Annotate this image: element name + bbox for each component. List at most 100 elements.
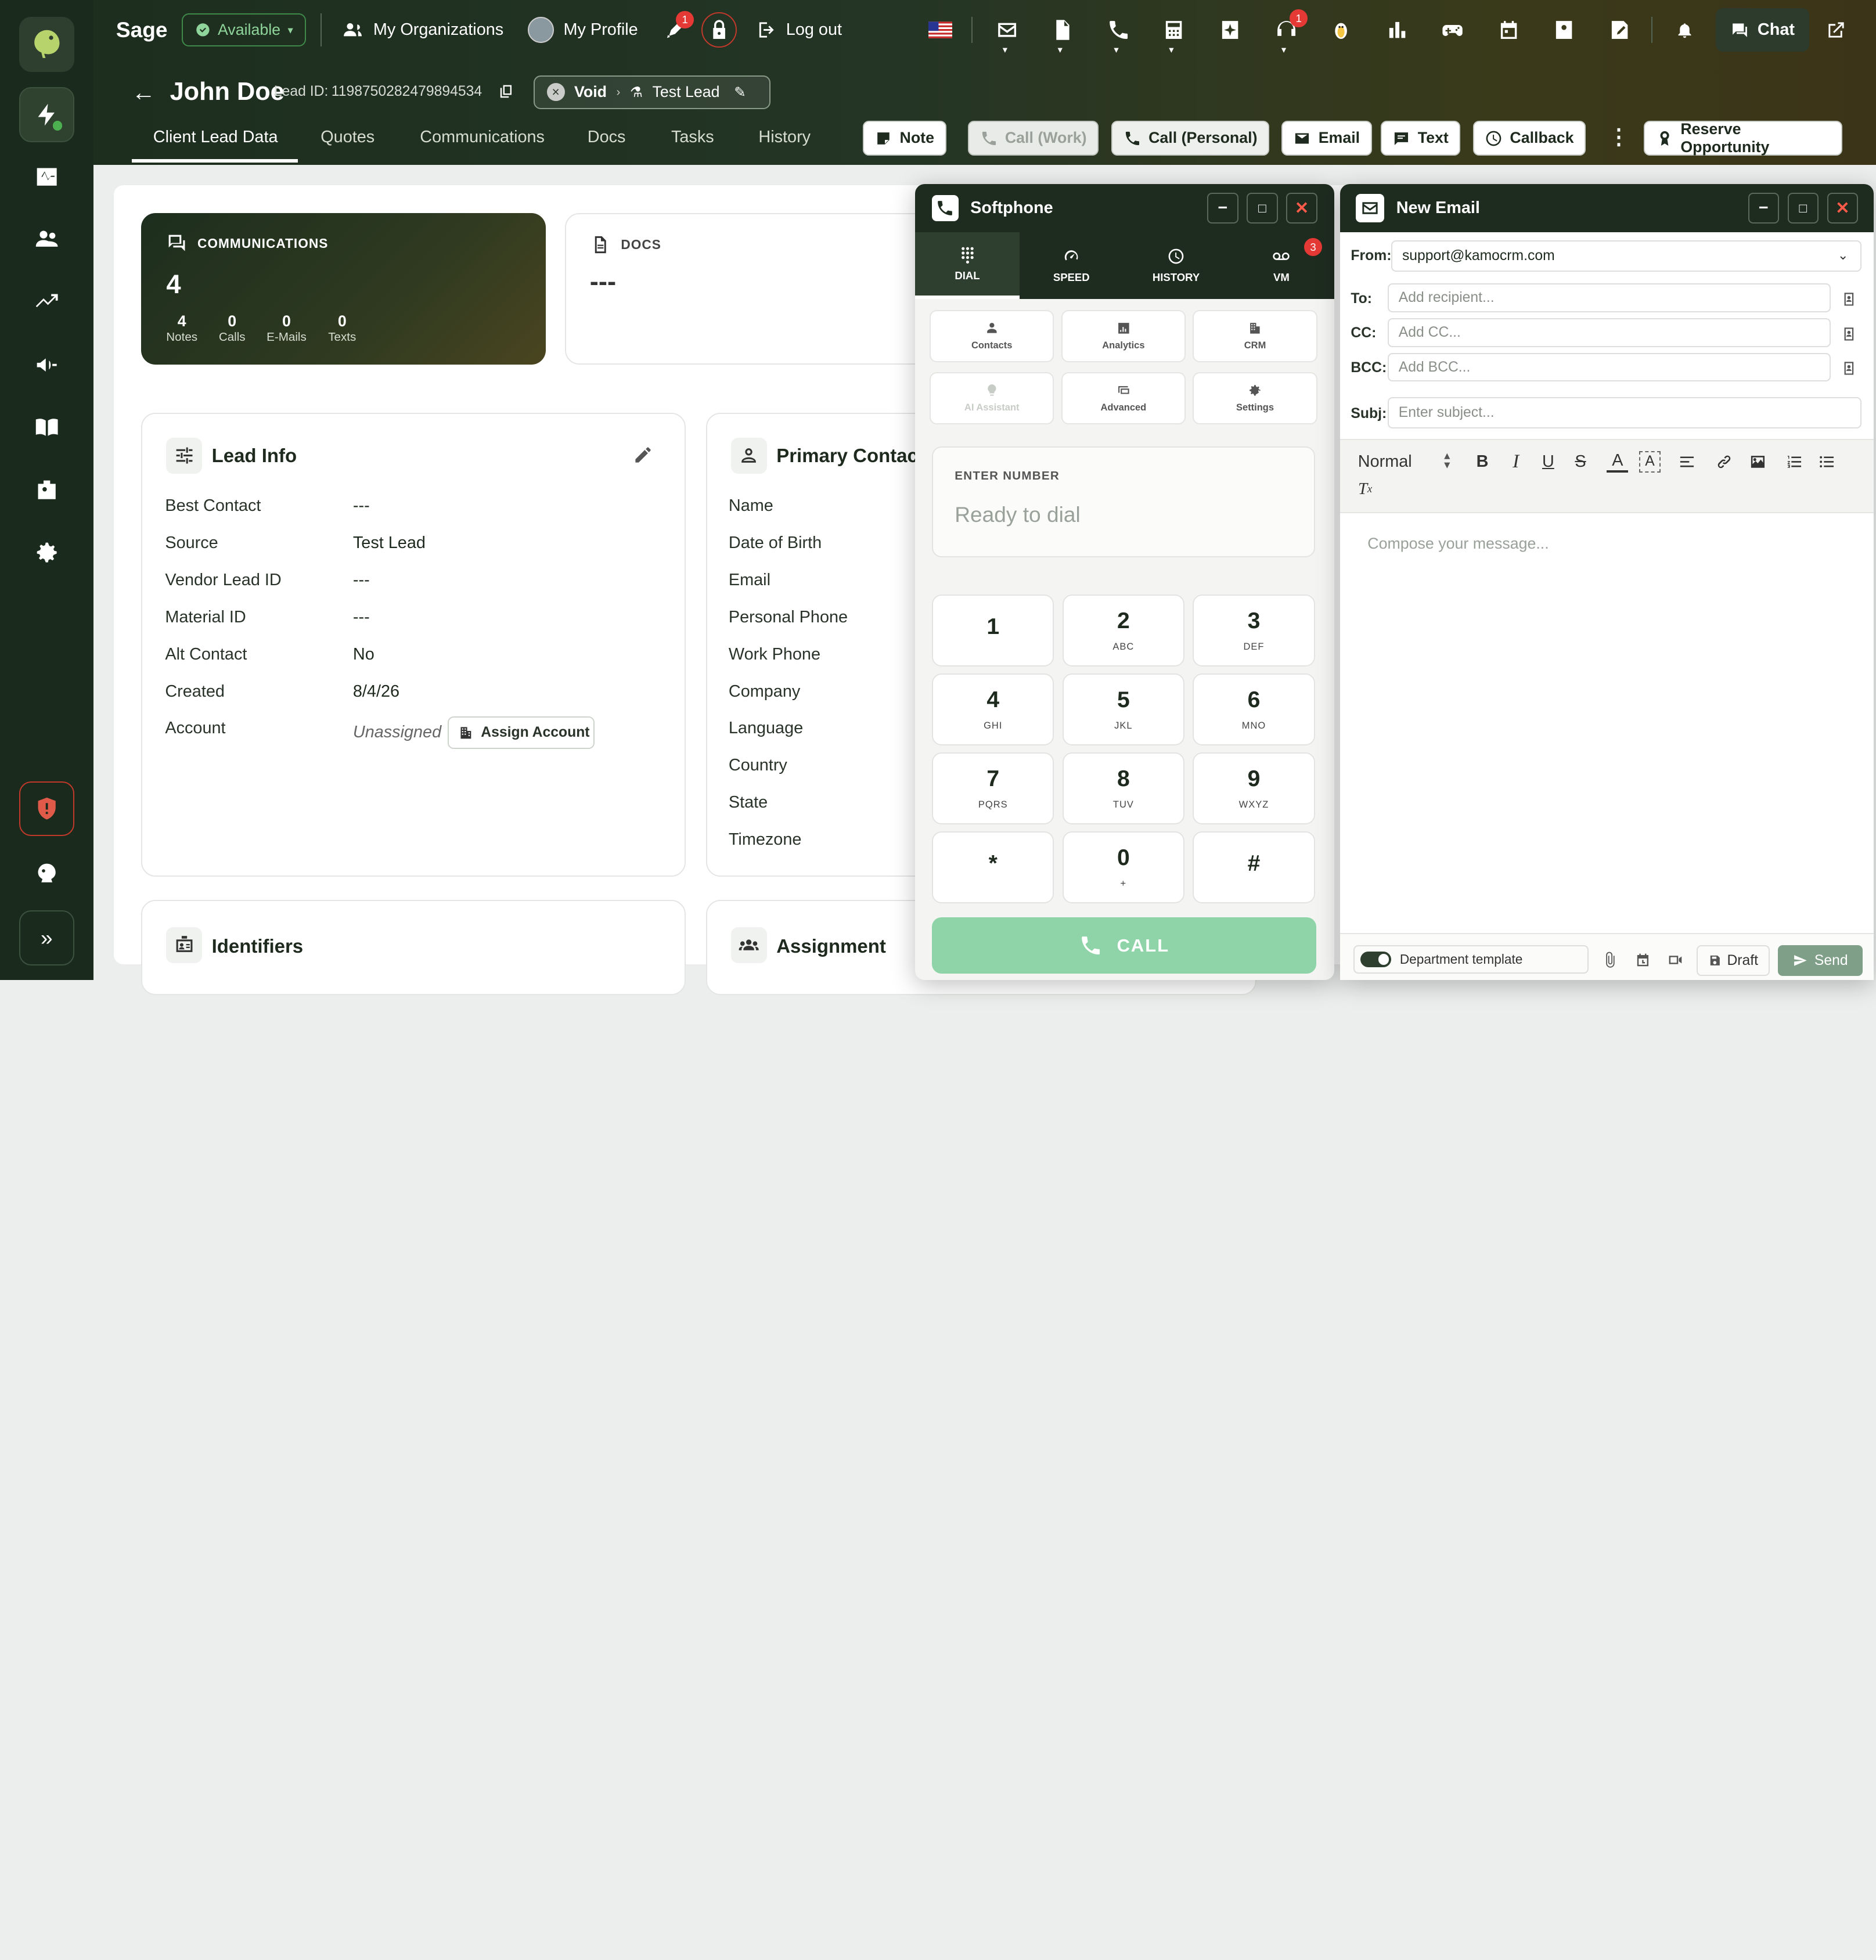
paperclip-icon[interactable] — [1602, 951, 1619, 973]
image-icon[interactable] — [1747, 451, 1768, 473]
tab-tasks[interactable]: Tasks — [671, 128, 714, 147]
note-button[interactable]: Note — [862, 121, 946, 156]
mail-icon[interactable] — [992, 15, 1023, 46]
more-options-icon[interactable]: ⋮ — [1608, 124, 1629, 149]
dial-key[interactable]: # — [1193, 831, 1315, 903]
tab-client-lead-data[interactable]: Client Lead Data — [153, 128, 278, 147]
crm-button[interactable]: CRM — [1193, 309, 1317, 363]
number-entry-box[interactable]: ENTER NUMBER Ready to dial — [932, 446, 1315, 558]
back-arrow-icon[interactable]: ← — [132, 79, 156, 106]
to-input[interactable]: Add recipient... — [1388, 283, 1831, 312]
bcc-input[interactable]: Add BCC... — [1388, 352, 1831, 382]
bold-icon[interactable]: B — [1472, 451, 1493, 473]
dial-key[interactable]: 2 ABC — [1062, 595, 1184, 666]
clear-format-icon[interactable]: Tx — [1355, 478, 1376, 500]
tab-history[interactable]: History — [758, 128, 811, 147]
calendar-icon[interactable] — [1493, 15, 1525, 46]
italic-icon[interactable]: I — [1505, 451, 1526, 473]
document-icon[interactable] — [1047, 15, 1078, 46]
email-button[interactable]: Email — [1281, 121, 1372, 156]
my-organizations-link[interactable]: My Organizations — [342, 0, 503, 60]
subject-input[interactable]: Enter subject... — [1388, 397, 1862, 428]
address-book-icon[interactable] — [1841, 359, 1857, 381]
dial-key[interactable]: 8 TUV — [1062, 752, 1184, 824]
sidebar-item-analytics[interactable] — [19, 274, 74, 329]
link-icon[interactable] — [1713, 451, 1735, 473]
chat-button[interactable]: Chat — [1715, 8, 1809, 52]
my-profile-link[interactable]: My Profile — [527, 0, 638, 60]
cc-input[interactable]: Add CC... — [1388, 318, 1831, 347]
sidebar-item-people[interactable] — [19, 212, 74, 267]
lead-status-pill[interactable]: × Void › ⚗ Test Lead ✎ — [534, 75, 770, 109]
analytics-button[interactable]: Analytics — [1061, 309, 1186, 363]
contacts-button[interactable]: Contacts — [930, 309, 1054, 363]
draft-button[interactable]: Draft — [1696, 945, 1770, 977]
docs-card[interactable]: DOCS --- — [564, 212, 948, 365]
underline-icon[interactable]: U — [1537, 451, 1559, 473]
sidebar-item-mascot[interactable] — [19, 846, 74, 901]
sidebar-item-leads[interactable] — [19, 87, 74, 143]
copy-icon[interactable] — [498, 82, 514, 100]
tab-communications[interactable]: Communications — [420, 128, 545, 147]
dial-key[interactable]: 6 MNO — [1193, 673, 1315, 745]
highlight-icon[interactable]: A — [1639, 451, 1661, 473]
address-book-icon[interactable] — [1841, 290, 1857, 312]
maximize-button[interactable]: □ — [1787, 192, 1819, 224]
phone-icon[interactable] — [1103, 15, 1135, 46]
bullet-list-icon[interactable] — [1816, 451, 1838, 473]
ordered-list-icon[interactable] — [1784, 451, 1805, 473]
number-input[interactable]: Ready to dial — [955, 502, 1080, 527]
dial-key[interactable]: 3 DEF — [1193, 595, 1315, 666]
address-book-icon[interactable] — [1841, 324, 1857, 346]
from-select[interactable]: support@kamocrm.com ⌄ — [1391, 240, 1862, 272]
dial-key[interactable]: 5 JKL — [1062, 673, 1184, 745]
status-dropdown[interactable]: Available ▾ — [182, 13, 307, 47]
tab-docs[interactable]: Docs — [588, 128, 626, 147]
bar-chart-icon[interactable] — [1382, 15, 1413, 46]
dial-key[interactable]: 0 + — [1062, 831, 1184, 903]
minimize-button[interactable]: − — [1748, 192, 1780, 224]
logout-button[interactable]: Log out — [756, 0, 842, 60]
call-work-button[interactable]: Call (Work) — [968, 121, 1099, 156]
department-template-toggle[interactable]: Department template — [1353, 945, 1589, 974]
softphone-tab-speed[interactable]: SPEED — [1020, 232, 1124, 299]
logo-icon[interactable] — [19, 16, 74, 72]
video-icon[interactable] — [1666, 951, 1684, 973]
text-color-icon[interactable]: A — [1607, 451, 1629, 473]
sidebar-item-badge[interactable] — [19, 463, 74, 518]
call-button[interactable]: CALL — [932, 917, 1316, 974]
assign-account-button[interactable]: Assign Account — [447, 716, 595, 749]
align-icon[interactable] — [1676, 451, 1698, 473]
dial-key[interactable]: * — [932, 831, 1054, 903]
edit-note-icon[interactable] — [1604, 15, 1636, 46]
settings-button[interactable]: Settings — [1193, 372, 1317, 425]
penguin-icon[interactable] — [1326, 15, 1357, 46]
gamepad-icon[interactable] — [1437, 15, 1468, 46]
schedule-icon[interactable] — [1634, 951, 1651, 973]
text-button[interactable]: Text — [1380, 121, 1461, 156]
dial-key[interactable]: 7 PQRS — [932, 752, 1054, 824]
callback-button[interactable]: Callback — [1472, 121, 1586, 156]
sidebar-item-settings[interactable] — [19, 525, 74, 581]
close-button[interactable]: ✕ — [1286, 192, 1317, 224]
strikethrough-icon[interactable]: S — [1570, 451, 1591, 473]
softphone-tab-dial[interactable]: DIAL — [915, 232, 1020, 300]
softphone-tab-history[interactable]: HISTORY — [1124, 232, 1229, 299]
minimize-button[interactable]: − — [1207, 192, 1238, 224]
sidebar-item-library[interactable] — [19, 399, 74, 455]
sparkle-icon[interactable] — [1215, 15, 1246, 46]
us-flag-icon[interactable] — [925, 15, 956, 46]
edit-pencil-icon[interactable] — [633, 445, 653, 470]
calculator-icon[interactable] — [1158, 15, 1190, 46]
bell-icon[interactable] — [1669, 15, 1701, 46]
sidebar-item-campaigns[interactable] — [19, 337, 74, 392]
close-button[interactable]: ✕ — [1827, 192, 1859, 224]
tab-quotes[interactable]: Quotes — [321, 128, 375, 147]
sidebar-expand-button[interactable]: » — [19, 910, 74, 965]
reserve-opportunity-button[interactable]: Reserve Opportunity — [1644, 120, 1843, 156]
dial-key[interactable]: 4 GHI — [932, 673, 1054, 745]
dial-key[interactable]: 1 — [932, 595, 1054, 666]
send-button[interactable]: Send — [1778, 945, 1863, 977]
message-body[interactable]: Compose your message... — [1367, 535, 1549, 553]
call-personal-button[interactable]: Call (Personal) — [1111, 121, 1270, 156]
